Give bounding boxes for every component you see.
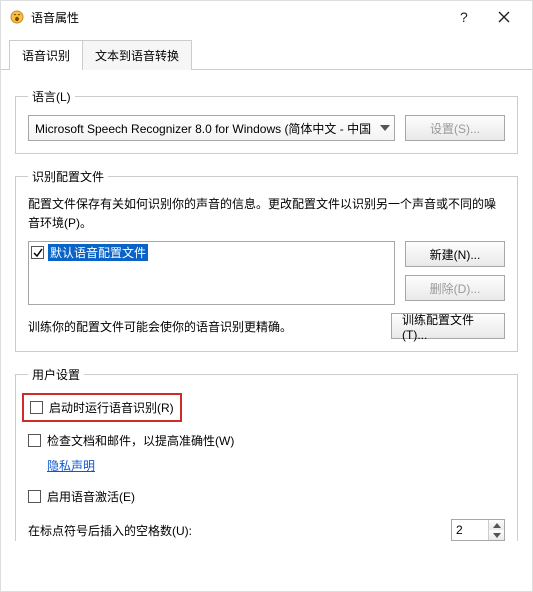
privacy-link[interactable]: 隐私声明 <box>47 457 95 474</box>
spaces-after-punct-stepper[interactable]: 2 <box>451 519 505 541</box>
speech-properties-dialog: 语音属性 ? 语音识别 文本到语音转换 语言(L) Microsoft Spee… <box>0 0 533 592</box>
window-title: 语音属性 <box>31 9 79 26</box>
profiles-description: 配置文件保存有关如何识别你的声音的信息。更改配置文件以识别另一个声音或不同的噪音… <box>28 195 505 233</box>
user-settings-group: 用户设置 启动时运行语音识别(R) 检查文档和邮件，以提高准确性(W) 隐私声明… <box>15 366 518 541</box>
button-label: 训练配置文件(T)... <box>402 311 494 342</box>
recognizer-select[interactable]: Microsoft Speech Recognizer 8.0 for Wind… <box>28 115 395 141</box>
tab-label: 文本到语音转换 <box>95 49 179 63</box>
voice-activation-checkbox[interactable] <box>28 490 41 503</box>
voice-activation-label: 启用语音激活(E) <box>47 488 135 505</box>
speech-icon <box>9 9 25 25</box>
profile-item-default[interactable]: 默认语音配置文件 <box>31 244 392 261</box>
profile-item-label: 默认语音配置文件 <box>48 244 148 261</box>
button-label: 新建(N)... <box>430 246 481 263</box>
delete-profile-button[interactable]: 删除(D)... <box>405 275 505 301</box>
profiles-listbox[interactable]: 默认语音配置文件 <box>28 241 395 305</box>
train-description: 训练你的配置文件可能会使你的语音识别更精确。 <box>28 318 381 335</box>
stepper-up-icon[interactable] <box>489 520 504 530</box>
highlight-run-at-startup: 启动时运行语音识别(R) <box>22 393 182 422</box>
svg-text:?: ? <box>460 10 468 24</box>
train-profile-button[interactable]: 训练配置文件(T)... <box>391 313 505 339</box>
button-label: 设置(S)... <box>430 120 480 137</box>
voice-activation-row: 启用语音激活(E) <box>28 488 505 505</box>
review-docs-checkbox[interactable] <box>28 434 41 447</box>
tab-content: 语言(L) Microsoft Speech Recognizer 8.0 fo… <box>1 70 532 591</box>
titlebar: 语音属性 ? <box>1 1 532 33</box>
recognizer-settings-button[interactable]: 设置(S)... <box>405 115 505 141</box>
new-profile-button[interactable]: 新建(N)... <box>405 241 505 267</box>
stepper-down-icon[interactable] <box>489 530 504 540</box>
spaces-value: 2 <box>452 523 488 537</box>
review-docs-row: 检查文档和邮件，以提高准确性(W) <box>28 432 505 449</box>
tab-text-to-speech[interactable]: 文本到语音转换 <box>82 40 192 70</box>
tab-strip: 语音识别 文本到语音转换 <box>1 39 532 70</box>
profile-item-checkbox[interactable] <box>31 246 44 259</box>
run-at-startup-label: 启动时运行语音识别(R) <box>49 399 174 416</box>
spaces-after-punct-label: 在标点符号后插入的空格数(U): <box>28 522 451 539</box>
user-settings-legend: 用户设置 <box>28 366 84 383</box>
profiles-group: 识别配置文件 配置文件保存有关如何识别你的声音的信息。更改配置文件以识别另一个声… <box>15 168 518 352</box>
review-docs-label: 检查文档和邮件，以提高准确性(W) <box>47 432 234 449</box>
tab-speech-recognition[interactable]: 语音识别 <box>9 40 83 70</box>
recognizer-value: Microsoft Speech Recognizer 8.0 for Wind… <box>35 120 371 137</box>
close-button[interactable] <box>484 3 524 31</box>
run-at-startup-checkbox[interactable] <box>30 401 43 414</box>
chevron-down-icon <box>380 125 390 131</box>
button-label: 删除(D)... <box>430 280 481 297</box>
profiles-legend: 识别配置文件 <box>28 168 108 185</box>
help-button[interactable]: ? <box>444 3 484 31</box>
language-legend: 语言(L) <box>28 88 75 105</box>
tab-label: 语音识别 <box>22 49 70 63</box>
language-group: 语言(L) Microsoft Speech Recognizer 8.0 fo… <box>15 88 518 154</box>
